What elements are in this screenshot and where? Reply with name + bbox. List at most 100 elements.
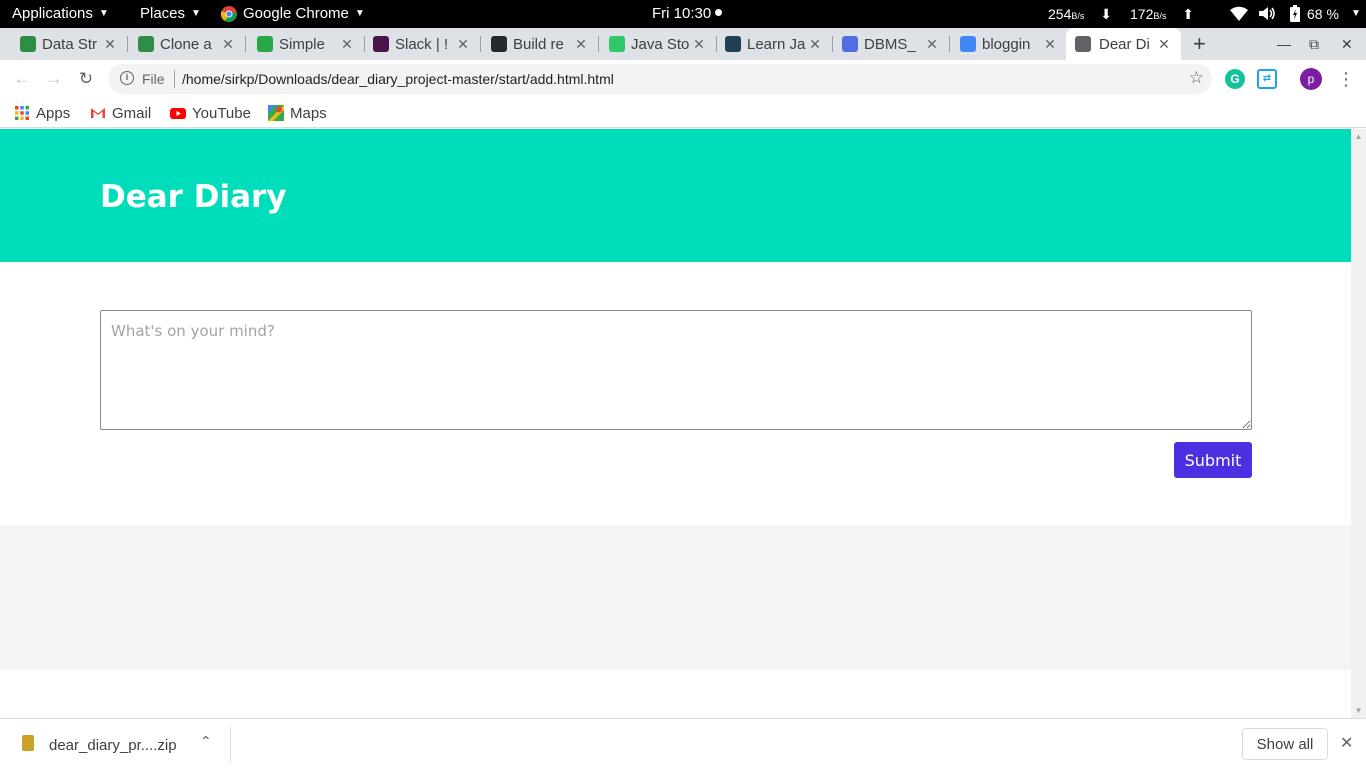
bookmark-gmail[interactable]: Gmail	[90, 102, 151, 124]
arrow-down-icon: ⬇	[1100, 6, 1112, 22]
bookmark-youtube[interactable]: YouTube	[170, 102, 251, 124]
download-filename[interactable]: dear_diary_pr....zip	[49, 737, 177, 754]
download-rate-value: 254	[1048, 6, 1072, 22]
tab-4[interactable]: Slack | ! ✕	[373, 28, 471, 60]
tab-3[interactable]: Simple ✕	[257, 28, 355, 60]
bookmark-label: Apps	[36, 104, 71, 122]
download-rate: 254B/s ⬇	[1048, 0, 1112, 30]
tab-close-icon[interactable]: ✕	[691, 36, 707, 52]
address-bar[interactable]: i File /home/sirkp/Downloads/dear_diary_…	[108, 64, 1212, 94]
codecademy-icon	[725, 36, 741, 52]
system-menu-caret-icon[interactable]: ▼	[1351, 0, 1361, 28]
grammarly-extension-icon[interactable]: G	[1225, 69, 1245, 89]
tab-separator	[127, 36, 128, 52]
show-all-downloads-button[interactable]: Show all	[1242, 728, 1328, 760]
tab-close-icon[interactable]: ✕	[573, 36, 589, 52]
places-menu[interactable]: Places ▼	[140, 0, 201, 28]
tab-10[interactable]: Dear Di ✕	[1066, 28, 1181, 60]
caret-down-icon: ▼	[191, 8, 201, 19]
close-shelf-icon[interactable]: ✕	[1340, 733, 1353, 753]
clock-label: Fri 10:30	[652, 5, 712, 22]
upload-rate: 172B/s ⬆	[1130, 0, 1194, 30]
maps-icon	[268, 105, 284, 121]
arrow-up-icon: ⬆	[1182, 6, 1194, 22]
notification-dot-icon	[715, 9, 723, 16]
gmail-icon	[91, 108, 105, 118]
wifi-icon[interactable]	[1230, 6, 1248, 21]
diary-entry-textarea[interactable]	[100, 310, 1252, 430]
translate-extension-icon[interactable]: ⇄	[1257, 69, 1277, 89]
forward-arrow-icon[interactable]: →	[43, 68, 65, 90]
slack-icon	[373, 36, 389, 52]
tab-2[interactable]: Clone a ✕	[138, 28, 236, 60]
chrome-label: Google Chrome	[243, 5, 349, 22]
youtube-icon	[170, 108, 186, 119]
maximize-icon[interactable]: ⧉	[1309, 28, 1319, 60]
tab-close-icon[interactable]: ✕	[924, 36, 940, 52]
page-footer	[0, 525, 1351, 670]
info-icon[interactable]: i	[120, 71, 134, 85]
url-text[interactable]: /home/sirkp/Downloads/dear_diary_project…	[182, 71, 614, 87]
leaf-icon	[257, 36, 273, 52]
download-shelf: dear_diary_pr....zip ⌃ Show all ✕	[0, 718, 1366, 768]
bookmarks-bar: Apps Gmail YouTube Maps	[0, 98, 1366, 128]
google-icon	[960, 36, 976, 52]
tab-close-icon[interactable]: ✕	[455, 36, 471, 52]
profile-avatar[interactable]: p	[1300, 68, 1322, 90]
url-divider	[174, 70, 175, 88]
page-scrollbar[interactable]: ▲ ▼	[1351, 129, 1366, 718]
tab-separator	[716, 36, 717, 52]
chevron-up-icon[interactable]: ⌃	[200, 733, 212, 750]
chrome-app-menu[interactable]: Google Chrome ▼	[221, 0, 365, 28]
applications-label: Applications	[12, 5, 93, 22]
page-header: Dear Diary	[0, 129, 1351, 262]
globe-icon	[1075, 36, 1091, 52]
scroll-down-arrow-icon[interactable]: ▼	[1351, 706, 1366, 715]
download-rate-unit: B/s	[1071, 11, 1085, 21]
volume-icon[interactable]	[1258, 6, 1276, 21]
upload-rate-unit: B/s	[1153, 11, 1167, 21]
new-tab-plus-icon[interactable]: +	[1193, 28, 1206, 60]
window-close-icon[interactable]: ✕	[1341, 28, 1353, 60]
bookmark-label: Gmail	[112, 104, 152, 122]
tab-6[interactable]: Java Sto ✕	[609, 28, 707, 60]
back-arrow-icon[interactable]: ←	[11, 68, 33, 90]
tab-close-icon[interactable]: ✕	[339, 36, 355, 52]
minimize-icon[interactable]: —	[1277, 28, 1291, 60]
gfg-icon	[138, 36, 154, 52]
reload-icon[interactable]: ↻	[75, 68, 97, 90]
submit-button[interactable]: Submit	[1174, 442, 1252, 478]
tab-close-icon[interactable]: ✕	[807, 36, 823, 52]
page-viewport: Dear Diary Submit	[0, 129, 1351, 718]
bookmark-apps[interactable]: Apps	[14, 102, 70, 124]
tab-close-icon[interactable]: ✕	[220, 36, 236, 52]
tab-separator	[364, 36, 365, 52]
bookmark-label: Maps	[290, 104, 327, 122]
tab-5[interactable]: Build re ✕	[491, 28, 589, 60]
bookmark-label: YouTube	[192, 104, 251, 122]
places-label: Places	[140, 5, 186, 22]
apps-grid-icon	[15, 106, 29, 120]
chrome-menu-icon[interactable]: ⋮	[1337, 68, 1355, 90]
system-top-bar: Applications ▼ Places ▼ Google Chrome ▼ …	[0, 0, 1366, 28]
bookmark-maps[interactable]: Maps	[268, 102, 327, 124]
chrome-icon	[221, 6, 237, 22]
scroll-up-arrow-icon[interactable]: ▲	[1351, 132, 1366, 141]
tab-7[interactable]: Learn Ja ✕	[725, 28, 823, 60]
zip-file-icon	[22, 735, 34, 751]
caret-down-icon: ▼	[354, 8, 365, 19]
applications-menu[interactable]: Applications ▼	[12, 0, 109, 28]
clock[interactable]: Fri 10:30	[652, 0, 723, 28]
tab-1[interactable]: Data Str ✕	[20, 28, 118, 60]
tab-close-icon[interactable]: ✕	[1042, 36, 1058, 52]
github-icon	[491, 36, 507, 52]
tab-9[interactable]: bloggin ✕	[960, 28, 1058, 60]
upload-rate-value: 172	[1130, 6, 1154, 22]
battery-icon[interactable]	[1290, 5, 1300, 22]
page-title: Dear Diary	[100, 179, 287, 215]
bookmark-star-icon[interactable]: ☆	[1189, 68, 1204, 88]
tab-close-icon[interactable]: ✕	[102, 36, 118, 52]
tab-close-icon[interactable]: ✕	[1156, 36, 1172, 52]
browser-toolbar: ← → ↻ i File /home/sirkp/Downloads/dear_…	[0, 60, 1366, 98]
tab-8[interactable]: DBMS_ ✕	[842, 28, 940, 60]
